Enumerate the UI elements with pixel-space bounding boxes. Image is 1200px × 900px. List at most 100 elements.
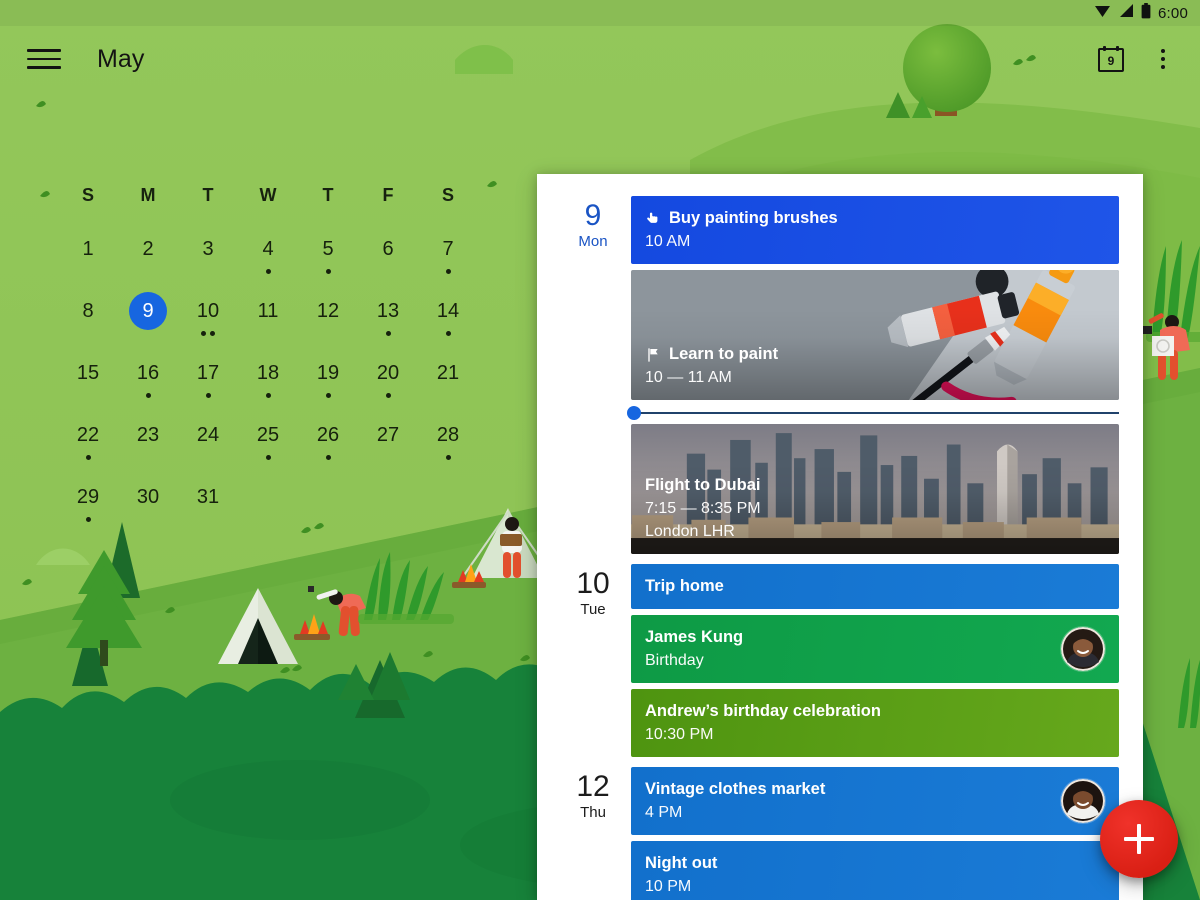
- month-day-cell[interactable]: 2: [118, 230, 178, 286]
- month-day-cell[interactable]: 15: [58, 354, 118, 410]
- event-text: Vintage clothes market 4 PM: [645, 779, 1105, 823]
- schedule-day-number: 9: [584, 199, 602, 232]
- event-text: James Kung Birthday: [645, 627, 1105, 671]
- overflow-menu-button[interactable]: [1140, 36, 1186, 82]
- month-day-number: 5: [322, 238, 334, 260]
- month-day-cell[interactable]: 14: [418, 292, 478, 348]
- month-day-cell[interactable]: 20: [358, 354, 418, 410]
- month-day-number: 8: [82, 300, 94, 322]
- weekday-label: S: [81, 185, 94, 205]
- hamburger-menu-icon[interactable]: [27, 46, 61, 72]
- weekday-label: M: [140, 185, 156, 205]
- month-day-cell[interactable]: 23: [118, 416, 178, 472]
- month-day-cell[interactable]: 30: [118, 478, 178, 534]
- event-time: 4 PM: [645, 804, 683, 821]
- page-title: May: [97, 44, 145, 73]
- schedule-day-events: Trip home James Kung Birthday Andrew’s birt…: [631, 564, 1119, 757]
- month-day-number: 7: [442, 238, 454, 260]
- weekday-label: S: [441, 185, 454, 205]
- month-day-cell[interactable]: 27: [358, 416, 418, 472]
- schedule-panel: 9 Mon Buy painting brushes 10 AM Learn to pa…: [537, 174, 1143, 900]
- month-day-cell[interactable]: 31: [178, 478, 238, 534]
- month-day-cell[interactable]: 28: [418, 416, 478, 472]
- month-day-cell[interactable]: 5: [298, 230, 358, 286]
- event-card[interactable]: Flight to Dubai 7:15 — 8:35 PM London LHR: [631, 424, 1119, 554]
- weekday-label: T: [202, 185, 214, 205]
- month-day-cell[interactable]: 1: [58, 230, 118, 286]
- month-day-cell[interactable]: 22: [58, 416, 118, 472]
- month-day-number: 15: [76, 362, 100, 384]
- weekday-label: F: [382, 185, 394, 205]
- month-day-number: 10: [196, 300, 220, 322]
- month-day-number: 17: [196, 362, 220, 384]
- today-icon-number: 9: [1107, 54, 1115, 68]
- month-day-event-dots: [205, 393, 211, 399]
- event-card[interactable]: James Kung Birthday: [631, 615, 1119, 683]
- month-day-event-dots: [265, 455, 271, 461]
- month-day-cell[interactable]: 18: [238, 354, 298, 410]
- event-card[interactable]: Andrew’s birthday celebration 10:30 PM: [631, 689, 1119, 757]
- month-week-row: 22 23 24 25 26 27 28: [58, 416, 478, 472]
- schedule-day-number: 12: [576, 770, 610, 803]
- month-day-cell[interactable]: 8: [58, 292, 118, 348]
- month-day-cell[interactable]: 7: [418, 230, 478, 286]
- event-card[interactable]: Trip home: [631, 564, 1119, 609]
- month-day-cell[interactable]: 10: [178, 292, 238, 348]
- month-day-number: 3: [202, 238, 214, 260]
- month-day-cell[interactable]: 12: [298, 292, 358, 348]
- month-day-number: 30: [136, 486, 160, 508]
- event-title: Learn to paint: [645, 344, 1105, 365]
- month-day-event-dots: [325, 455, 331, 461]
- month-day-cell[interactable]: 6: [358, 230, 418, 286]
- month-day-cell[interactable]: 26: [298, 416, 358, 472]
- event-title: Vintage clothes market: [645, 780, 826, 798]
- event-title: Buy painting brushes: [645, 208, 1105, 229]
- month-day-number: 23: [136, 424, 160, 446]
- schedule-list[interactable]: 9 Mon Buy painting brushes 10 AM Learn to pa…: [537, 174, 1143, 900]
- schedule-day-gutter[interactable]: 10 Tue: [555, 564, 631, 757]
- event-card[interactable]: Night out 10 PM: [631, 841, 1119, 900]
- month-day-cell[interactable]: 4: [238, 230, 298, 286]
- month-day-event-dots: [265, 269, 271, 275]
- month-day-cell[interactable]: 13: [358, 292, 418, 348]
- event-card[interactable]: Buy painting brushes 10 AM: [631, 196, 1119, 264]
- month-weeks: 1 2 3 4 5 6 7 8 9 10 11 12 13 14 15 16 17 18 19 20 21 22 23 24 2…: [58, 230, 478, 534]
- james-kung-avatar: [1061, 627, 1105, 671]
- month-day-cell[interactable]: 3: [178, 230, 238, 286]
- event-time: 10 AM: [645, 233, 691, 250]
- schedule-day-gutter[interactable]: 12 Thu: [555, 767, 631, 900]
- month-day-cell[interactable]: 24: [178, 416, 238, 472]
- month-week-row: 1 2 3 4 5 6 7: [58, 230, 478, 286]
- month-day-cell[interactable]: 9: [118, 292, 178, 348]
- event-text: Buy painting brushes 10 AM: [645, 208, 1105, 252]
- month-day-number: 19: [316, 362, 340, 384]
- event-title: Andrew’s birthday celebration: [645, 702, 881, 720]
- month-day-cell[interactable]: 19: [298, 354, 358, 410]
- month-day-cell[interactable]: 25: [238, 416, 298, 472]
- event-card[interactable]: Vintage clothes market 4 PM: [631, 767, 1119, 835]
- month-day-number: 16: [136, 362, 160, 384]
- month-day-cell[interactable]: 21: [418, 354, 478, 410]
- month-day-cell[interactable]: 11: [238, 292, 298, 348]
- plus-icon: [1124, 824, 1154, 854]
- month-day-number: 13: [376, 300, 400, 322]
- event-time: 10 — 11 AM: [645, 369, 732, 386]
- event-card[interactable]: Learn to paint 10 — 11 AM: [631, 270, 1119, 400]
- month-day-number: 14: [436, 300, 460, 322]
- event-title: Flight to Dubai: [645, 476, 761, 494]
- create-event-fab[interactable]: [1100, 800, 1178, 878]
- month-day-number: 21: [436, 362, 460, 384]
- month-day-cell[interactable]: 17: [178, 354, 238, 410]
- schedule-day-weekday: Thu: [580, 804, 606, 821]
- month-day-number: [249, 478, 287, 516]
- month-week-row: 15 16 17 18 19 20 21: [58, 354, 478, 410]
- month-day-cell[interactable]: 29: [58, 478, 118, 534]
- month-day-cell[interactable]: 16: [118, 354, 178, 410]
- month-day-number: [309, 478, 347, 516]
- schedule-day-events: Vintage clothes market 4 PM Night out 10 PM: [631, 767, 1119, 900]
- weekday-label: W: [259, 185, 277, 205]
- month-day-number: 1: [82, 238, 94, 260]
- schedule-day-gutter[interactable]: 9 Mon: [555, 196, 631, 554]
- event-time: 10:30 PM: [645, 726, 714, 743]
- today-button[interactable]: 9: [1088, 36, 1134, 82]
